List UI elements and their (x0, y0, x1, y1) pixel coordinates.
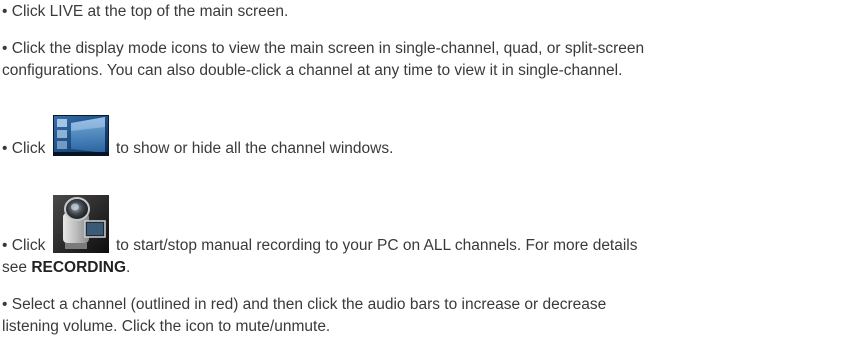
instruction-text-line1: Click the display mode icons to view the… (11, 40, 645, 57)
instruction-text-before: Click (11, 140, 46, 157)
instruction-text-line2-prefix: see (2, 259, 27, 276)
instruction-text-after: to show or hide all the channel windows. (115, 140, 394, 157)
instruction-text-line2: configurations. You can also double-clic… (2, 62, 623, 79)
instruction-text-line2-suffix: . (126, 259, 131, 276)
recording-section-reference: RECORDING (31, 259, 127, 276)
channel-windows-icon (52, 112, 109, 160)
bullet: • (2, 3, 8, 20)
instruction-text-line1: Select a channel (outlined in red) and t… (11, 296, 607, 313)
bullet: • (2, 40, 8, 57)
instruction-text-line2: listening volume. Click the icon to mute… (2, 318, 331, 335)
instruction-item-manual-recording: • Click to start/stop manual recording t… (2, 192, 864, 279)
instruction-text-after: to start/stop manual recording to your P… (115, 237, 638, 254)
bullet: • (2, 237, 8, 254)
camcorder-record-icon (52, 192, 109, 257)
instruction-text: Click LIVE at the top of the main screen… (11, 3, 289, 20)
bullet: • (2, 140, 8, 157)
instruction-item-channel-windows: • Click to show or hide all the channel … (2, 112, 393, 157)
instruction-item-display-mode: • Click the display mode icons to view t… (2, 38, 864, 82)
instruction-item-audio-volume: • Select a channel (outlined in red) and… (2, 294, 864, 338)
instruction-item-live: • Click LIVE at the top of the main scre… (2, 1, 288, 23)
bullet: • (2, 296, 8, 313)
instruction-text-before: Click (11, 237, 46, 254)
